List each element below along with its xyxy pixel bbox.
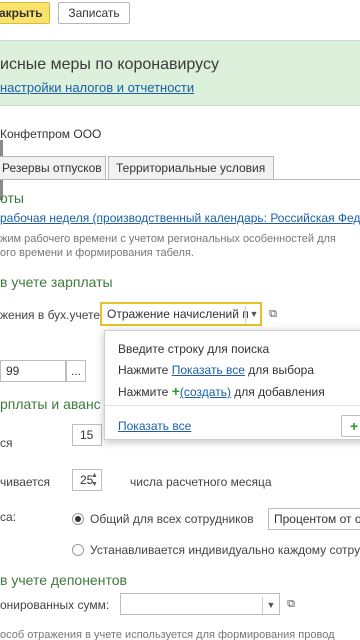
stepper-arrows-icon[interactable]: ▲ ▼ [89,471,100,489]
add-button[interactable]: + [341,415,360,437]
open-icon[interactable]: ⧉ [282,594,300,614]
popup-show-all-hint: Нажмите Показать все для выбора [118,363,315,377]
payments-heading: рплаты и аванс [0,396,101,412]
advance-label: са: [0,510,17,524]
organization-name: Конфетпром ООО [0,127,102,141]
reflection-select[interactable]: Отражение начислений п [100,302,262,326]
command-bar: акрыть Записать [0,0,360,28]
deponents-heading: в учете депонентов [0,572,127,588]
account-choose-button[interactable]: ... [66,360,86,382]
payment-day-stepper-2[interactable]: 25 ▲ ▼ [72,469,102,491]
banner-title: исные меры по коронавирусу [0,56,219,73]
popup-show-all-link[interactable]: Показать все [118,419,191,433]
work-calendar-link[interactable]: рабочая неделя (производственный календа… [0,211,360,225]
advance-method-value: Процентом от о [274,512,360,526]
payment-row1-label: ся [0,436,13,450]
account-value: 99 [6,364,20,378]
plus-icon: + [171,383,180,399]
advance-method-select[interactable]: Процентом от о [268,508,360,530]
payment-row2-suffix: числа расчетного месяца [130,475,272,489]
tab-vacation-reserves[interactable]: Резервы отпусков [0,156,106,180]
popup-create-hint: Нажмите +(создать) для добавления [118,383,325,399]
payment-day-value-1: 15 [80,428,94,442]
popup-create-link[interactable]: (создать) [180,385,231,399]
deponents-select[interactable] [120,593,280,615]
radio-common-label: Общий для всех сотрудников [90,512,254,526]
tab-strip: Резервы отпусков Территориальные условия [0,156,360,180]
reflection-label: жения в бух.учете: [0,308,104,322]
tab-territorial-conditions[interactable]: Территориальные условия [108,156,274,180]
deponents-hint: особ отражения в учете используется для … [0,629,335,640]
radio-common[interactable] [72,513,84,525]
popup-search-hint: Введите строку для поиска [118,342,270,356]
save-button[interactable]: Записать [58,2,130,24]
work-hint-line1: жим рабочего времени с учетом региональн… [0,233,336,245]
chevron-down-icon[interactable]: ▼ [262,597,279,614]
banner-settings-link[interactable]: настройки налогов и отчетности [0,80,194,95]
account-field[interactable]: 99 [0,360,66,382]
payment-day-stepper-1[interactable]: 15 [72,424,102,446]
open-icon[interactable]: ⧉ [264,304,282,324]
save-and-close-button[interactable]: акрыть [0,2,50,24]
chevron-down-icon[interactable]: ▼ [245,306,262,323]
reflection-value: Отражение начислений п [107,307,249,321]
divider [105,405,360,406]
deponents-field-label: онированных сумм: [0,598,110,612]
popup-show-all-inline-link[interactable]: Показать все [172,363,245,377]
work-hint-line2: ого времени и формирования табеля. [0,247,194,259]
payment-row2-label: чивается [0,475,51,489]
work-section-heading: оты [0,190,24,206]
autocomplete-popup: Введите строку для поиска Нажмите Показа… [104,330,360,440]
salary-accounting-heading: в учете зарплаты [0,274,113,290]
radio-individual[interactable] [72,544,84,556]
radio-individual-label: Устанавливается индивидуально каждому со… [90,543,360,557]
